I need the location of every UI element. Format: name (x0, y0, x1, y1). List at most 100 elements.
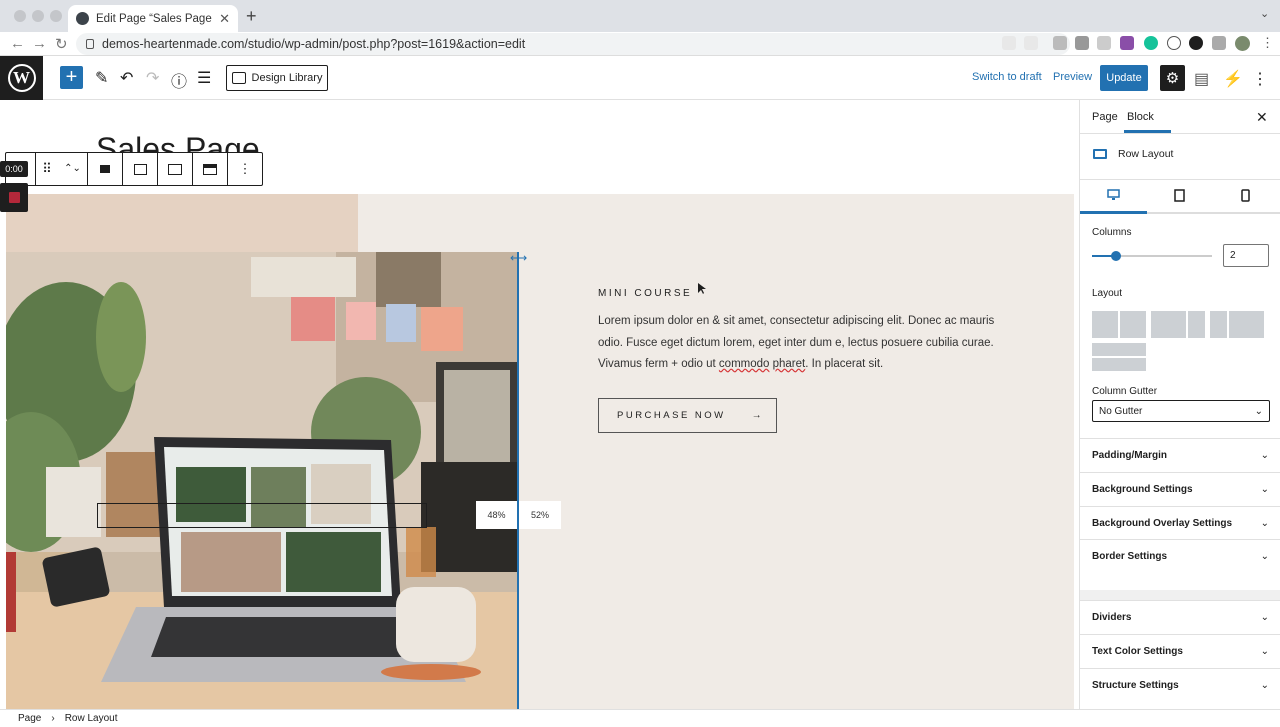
back-icon[interactable]: ← (10, 35, 25, 52)
resize-arrow-icon[interactable]: ⟷ (510, 251, 527, 265)
columns-label: Columns (1092, 227, 1132, 238)
mini-course-heading[interactable]: MINI COURSE (598, 288, 692, 299)
design-library-label: Design Library (251, 72, 323, 84)
wide-width-icon[interactable] (193, 153, 228, 185)
undo-icon[interactable]: ↶ (120, 68, 133, 88)
arrow-right-icon: → (751, 410, 762, 421)
info-icon[interactable]: ⓘ (171, 68, 187, 92)
list-view-icon[interactable]: ☰ (197, 68, 211, 88)
panel-toggle-icon[interactable]: ▤ (1194, 69, 1209, 89)
share-icon[interactable] (1002, 36, 1016, 50)
edit-tool-icon[interactable]: ✎ (95, 68, 108, 88)
panel-label: Text Color Settings (1092, 646, 1183, 657)
stop-icon (8, 192, 20, 203)
layout-option-equal[interactable] (1092, 311, 1146, 338)
chevron-down-icon: ⌄ (1260, 450, 1269, 461)
puzzle-icon[interactable] (1212, 36, 1226, 50)
chevron-down-icon: ⌄ (1260, 646, 1269, 657)
camera-icon[interactable] (1053, 36, 1067, 50)
layout-option-left-heavy[interactable] (1151, 311, 1205, 338)
circle-icon[interactable] (1189, 36, 1203, 50)
design-library-button[interactable]: Design Library (226, 65, 328, 91)
panel-structure-settings[interactable]: Structure Settings ⌄ (1080, 668, 1280, 702)
close-sidebar-icon[interactable]: ✕ (1256, 109, 1268, 126)
url-field[interactable]: demos-heartenmade.com/studio/wp-admin/po… (76, 33, 1070, 55)
tablet-device-icon[interactable] (1174, 189, 1185, 205)
chevron-down-icon: ⌄ (1260, 551, 1269, 562)
desktop-glyph (1107, 189, 1120, 200)
mobile-device-icon[interactable] (1241, 189, 1250, 205)
image-icon[interactable] (123, 153, 158, 185)
panel-label: Dividers (1092, 612, 1132, 623)
window-minimize-light[interactable] (32, 10, 44, 22)
layout-label: Layout (1092, 288, 1123, 299)
layout-cell (1092, 311, 1118, 338)
panel-background-overlay[interactable]: Background Overlay Settings ⌄ (1080, 506, 1280, 540)
purchase-now-button[interactable]: PURCHASE NOW → (598, 398, 777, 433)
columns-number-input[interactable]: 2 (1223, 244, 1269, 267)
layout-option-stacked[interactable] (1092, 343, 1146, 372)
panel-background-settings[interactable]: Background Settings ⌄ (1080, 472, 1280, 506)
mobile-glyph (1241, 189, 1250, 202)
c-icon[interactable] (1167, 36, 1181, 50)
breadcrumb-row-layout[interactable]: Row Layout (65, 713, 118, 724)
layout-cell (1229, 311, 1264, 338)
add-block-button[interactable]: + (60, 66, 83, 89)
wordpress-logo-button[interactable]: W (0, 56, 43, 100)
column-handle-outline[interactable] (97, 503, 427, 528)
reload-icon[interactable]: ↻ (55, 35, 68, 53)
redo-icon[interactable]: ↷ (146, 68, 159, 88)
kadence-icon[interactable]: ⚡ (1223, 69, 1243, 89)
forward-icon[interactable]: → (32, 35, 47, 52)
settings-gear-icon[interactable]: ⚙ (1160, 65, 1185, 91)
move-up-down-icon[interactable]: ⌃⌄ (58, 153, 88, 185)
new-tab-button[interactable]: + (246, 6, 257, 27)
panel-padding-margin[interactable]: Padding/Margin ⌄ (1080, 438, 1280, 472)
layout-option-right-heavy[interactable] (1210, 311, 1264, 338)
panel-border-settings[interactable]: Border Settings ⌄ (1080, 539, 1280, 573)
grammarly-icon[interactable] (1144, 36, 1158, 50)
tab-block[interactable]: Block (1127, 111, 1154, 123)
panel-label: Padding/Margin (1092, 450, 1167, 461)
options-menu-icon[interactable]: ⋮ (1252, 69, 1268, 89)
desktop-device-icon[interactable] (1107, 189, 1120, 204)
extension-icon[interactable] (1075, 36, 1089, 50)
panel-label: Background Settings (1092, 484, 1193, 495)
wide-glyph (203, 163, 217, 175)
column-gutter-select[interactable]: No Gutter ⌄ (1092, 400, 1270, 422)
browser-tab[interactable]: Edit Page “Sales Page” ‹ studio ✕ (68, 5, 238, 32)
panel-dividers[interactable]: Dividers ⌄ (1080, 600, 1280, 634)
design-library-icon (231, 72, 246, 84)
column-resize-line[interactable] (517, 252, 519, 709)
update-button[interactable]: Update (1100, 65, 1148, 91)
breadcrumb-page[interactable]: Page (18, 713, 41, 724)
profile-icon[interactable] (1235, 36, 1250, 51)
panel-text-color-settings[interactable]: Text Color Settings ⌄ (1080, 634, 1280, 668)
wordpress-logo-icon: W (7, 64, 36, 92)
switch-to-draft-button[interactable]: Switch to draft (972, 71, 1042, 83)
block-options-icon[interactable]: ⋮ (228, 153, 262, 185)
desk-laptop-image[interactable] (6, 252, 518, 709)
window-close-light[interactable] (14, 10, 26, 22)
align-top-icon[interactable] (88, 153, 123, 185)
badge-icon[interactable] (1120, 36, 1134, 50)
preview-button[interactable]: Preview (1053, 71, 1092, 83)
browser-menu-icon[interactable]: ⋮ (1261, 35, 1274, 51)
layout-cell (1092, 343, 1146, 356)
tab-menu-icon[interactable]: ⌄ (1260, 7, 1269, 20)
align-glyph (100, 165, 110, 173)
layout-cell (1187, 311, 1205, 338)
device-divider (1147, 212, 1280, 214)
star-icon[interactable] (1024, 36, 1038, 50)
app-icon[interactable] (1097, 36, 1111, 50)
layout-cell (1210, 311, 1228, 338)
course-description[interactable]: Lorem ipsum dolor en & sit amet, consect… (598, 311, 1008, 376)
drag-handle-icon[interactable]: ⠿ (36, 153, 58, 185)
full-width-icon[interactable] (158, 153, 193, 185)
tab-close-icon[interactable]: ✕ (219, 11, 230, 27)
tab-page[interactable]: Page (1092, 111, 1118, 123)
stop-recording-button[interactable] (0, 183, 28, 212)
window-zoom-light[interactable] (50, 10, 62, 22)
divider (1080, 133, 1280, 134)
columns-slider-handle[interactable] (1111, 251, 1121, 261)
